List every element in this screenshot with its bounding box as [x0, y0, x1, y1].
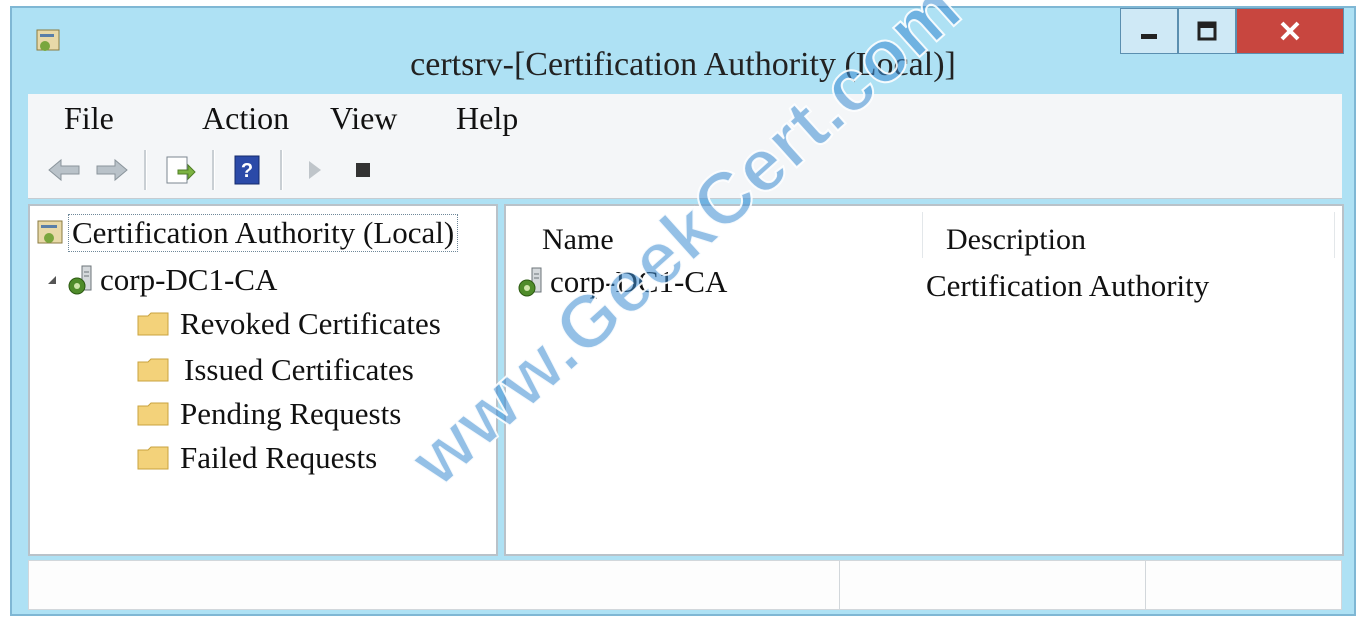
toolbar: ? — [28, 142, 1342, 199]
close-button[interactable] — [1236, 8, 1344, 54]
list-item-description: Certification Authority — [926, 268, 1210, 303]
stop-service-button[interactable] — [346, 152, 380, 188]
certificate-server-icon — [518, 267, 542, 297]
start-service-icon — [309, 161, 321, 179]
console-tree-pane: Certification Authority (Local) corp-DC1… — [28, 204, 498, 556]
tree-item-label: Failed Requests — [180, 440, 378, 475]
menu-view[interactable]: View — [330, 100, 397, 137]
folder-icon — [137, 402, 169, 426]
column-divider[interactable] — [922, 212, 923, 258]
help-icon: ? — [234, 155, 260, 185]
menu-bar: File Action View Help — [28, 94, 1342, 143]
tree-item-label: Pending Requests — [180, 396, 402, 431]
tree-item-revoked-certificates[interactable]: Revoked Certificates — [136, 306, 441, 342]
tree-item-label: Issued Certificates — [184, 352, 414, 387]
mmc-window: certsrv-[Certification Authority (Local)… — [10, 0, 1356, 616]
title-bar[interactable]: certsrv-[Certification Authority (Local)… — [12, 8, 1354, 94]
minimize-icon — [1141, 34, 1157, 39]
tree-item-corp-dc1-ca[interactable]: corp-DC1-CA — [44, 262, 277, 298]
menu-help[interactable]: Help — [456, 100, 518, 137]
tree-ca-label: corp-DC1-CA — [100, 262, 278, 297]
menu-action[interactable]: Action — [202, 100, 289, 137]
close-icon — [1280, 21, 1300, 41]
stop-service-icon — [356, 163, 370, 177]
back-arrow-icon — [48, 158, 80, 182]
folder-icon — [137, 358, 169, 382]
help-button[interactable]: ? — [228, 152, 268, 188]
folder-icon — [137, 312, 169, 336]
back-button[interactable] — [46, 152, 82, 188]
maximize-button[interactable] — [1178, 8, 1236, 54]
collapse-arrow-icon[interactable] — [44, 272, 60, 288]
status-cell — [29, 561, 840, 609]
certificate-server-icon — [68, 265, 92, 295]
tree-item-issued-certificates[interactable]: Issued Certificates — [136, 352, 414, 388]
column-header-name[interactable]: Name — [542, 218, 614, 262]
column-header-description[interactable]: Description — [946, 218, 1086, 262]
details-pane: Name Description corp-DC1-CA Certificati… — [504, 204, 1344, 556]
tree-root-label: Certification Authority (Local) — [68, 214, 459, 252]
toolbar-separator — [212, 150, 215, 190]
export-list-icon — [166, 156, 196, 184]
folder-icon — [137, 446, 169, 470]
export-list-button[interactable] — [160, 152, 200, 188]
svg-text:?: ? — [241, 160, 253, 182]
forward-button[interactable] — [94, 152, 130, 188]
list-item[interactable]: corp-DC1-CA — [516, 264, 727, 300]
tree-item-certification-authority[interactable]: Certification Authority (Local) — [36, 214, 459, 252]
list-item-name: corp-DC1-CA — [550, 264, 728, 299]
toolbar-separator — [280, 150, 283, 190]
column-divider[interactable] — [1334, 212, 1335, 258]
mmc-snapin-icon — [37, 220, 63, 244]
tree-item-failed-requests[interactable]: Failed Requests — [136, 440, 377, 476]
status-bar — [28, 560, 1342, 610]
tree-item-label: Revoked Certificates — [180, 306, 441, 341]
status-cell — [839, 561, 1146, 609]
toolbar-separator — [144, 150, 147, 190]
maximize-icon — [1197, 21, 1217, 41]
menu-file[interactable]: File — [64, 100, 114, 137]
start-service-button[interactable] — [298, 152, 332, 188]
tree-item-pending-requests[interactable]: Pending Requests — [136, 396, 401, 432]
minimize-button[interactable] — [1120, 8, 1178, 54]
forward-arrow-icon — [96, 158, 128, 182]
